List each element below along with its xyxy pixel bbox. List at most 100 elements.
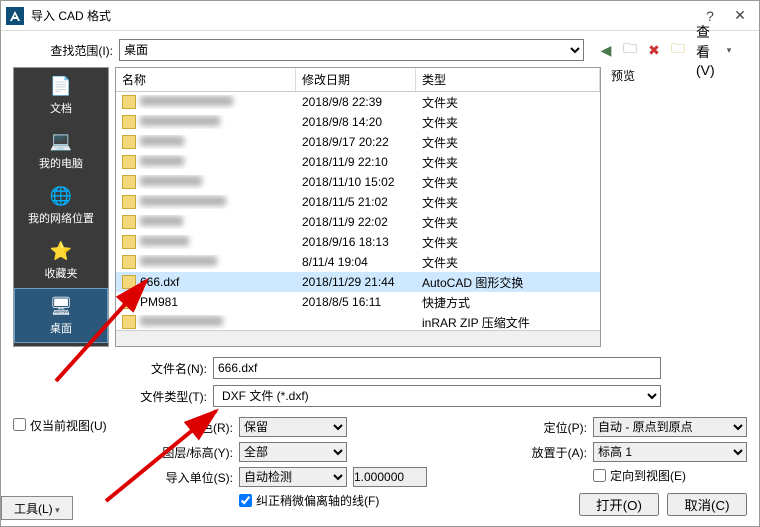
file-date: 2018/8/5 16:11 <box>296 295 416 309</box>
file-name: PM981 <box>140 295 178 309</box>
place-item[interactable]: ⭐ 收藏夹 <box>14 233 108 288</box>
close-button[interactable]: ✕ <box>725 2 755 30</box>
filename-input[interactable] <box>213 357 661 379</box>
table-row[interactable]: 2018/9/17 20:22文件夹 <box>116 132 600 152</box>
delete-icon[interactable]: ✖ <box>644 40 664 60</box>
place-label: 收藏夹 <box>45 265 78 281</box>
file-type: 文件夹 <box>416 114 600 131</box>
place-item[interactable]: 💻我的电脑 <box>14 123 108 178</box>
place-label: 我的电脑 <box>39 155 83 171</box>
titlebar: 导入 CAD 格式 ? ✕ <box>1 1 759 31</box>
file-name <box>140 95 233 109</box>
file-type: 文件夹 <box>416 154 600 171</box>
file-list[interactable]: 名称 修改日期 类型 2018/9/8 22:39文件夹2018/9/8 14:… <box>115 67 601 347</box>
view-menu[interactable]: 查看(V)▾ <box>692 40 743 60</box>
file-date: 2018/9/16 18:13 <box>296 235 416 249</box>
table-row[interactable]: 2018/9/8 22:39文件夹 <box>116 92 600 112</box>
dialog-body: 查找范围(I): 桌面 ◀ 🗀 ✖ 🗀 查看(V)▾ 📄文档💻我的电脑🌐我的网络… <box>1 31 759 526</box>
correct-lines-checkbox[interactable] <box>239 494 252 507</box>
orient-to-view[interactable]: 定向到视图(E) <box>593 467 686 484</box>
table-row[interactable]: 2018/11/10 15:02文件夹 <box>116 172 600 192</box>
place-select[interactable]: 标高 1 <box>593 442 747 462</box>
file-type: inRAR ZIP 压缩文件 <box>416 314 600 331</box>
options-row: 仅当前视图(U) 颜色(R):保留 图层/标高(Y):全部 导入单位(S):自动… <box>13 417 747 516</box>
current-view-only-checkbox[interactable] <box>13 418 26 431</box>
mid-row: 📄文档💻我的电脑🌐我的网络位置 ⭐ 收藏夹 🖥 桌面 📁 名称 修改日期 类型 2018/… <box>13 67 747 347</box>
file-icon <box>122 315 136 329</box>
file-type: 文件夹 <box>416 174 600 191</box>
table-row[interactable]: 2018/11/9 22:02文件夹 <box>116 212 600 232</box>
filetype-select[interactable]: DXF 文件 (*.dxf) <box>213 385 661 407</box>
correct-lines[interactable]: 纠正稍微偏离轴的线(F) <box>239 492 379 509</box>
nav-toolbar: ◀ 🗀 ✖ 🗀 查看(V)▾ <box>596 40 743 60</box>
file-date: 2018/11/29 21:44 <box>296 275 416 289</box>
place-item[interactable]: 🌐我的网络位置 <box>14 178 108 233</box>
filename-label: 文件名(N): <box>121 360 207 377</box>
place-icon: ⭐ <box>47 240 75 262</box>
file-icon <box>122 155 136 169</box>
table-row[interactable]: 2018/9/16 18:13文件夹 <box>116 232 600 252</box>
color-select[interactable]: 保留 <box>239 417 347 437</box>
place-icon: 🖥 <box>47 295 75 317</box>
file-name <box>140 155 184 169</box>
file-type: 文件夹 <box>416 194 600 211</box>
up-icon[interactable]: 🗀 <box>620 40 640 60</box>
place-item[interactable]: 📄文档 <box>14 68 108 123</box>
file-name <box>140 115 220 129</box>
col-name[interactable]: 名称 <box>116 68 296 91</box>
table-row[interactable]: 2018/9/8 14:20文件夹 <box>116 112 600 132</box>
lookin-select[interactable]: 桌面 <box>119 39 584 61</box>
file-icon <box>122 295 136 309</box>
file-type: 文件夹 <box>416 254 600 271</box>
file-date: 2018/11/9 22:02 <box>296 215 416 229</box>
open-button[interactable]: 打开(O) <box>579 493 659 516</box>
table-row[interactable]: PM9812018/8/5 16:11快捷方式 <box>116 292 600 312</box>
file-icon <box>122 135 136 149</box>
lookin-label: 查找范围(I): <box>13 42 113 59</box>
table-row[interactable]: inRAR ZIP 压缩文件 <box>116 312 600 330</box>
lookin-row: 查找范围(I): 桌面 ◀ 🗀 ✖ 🗀 查看(V)▾ <box>13 39 747 61</box>
color-label: 颜色(R): <box>143 419 233 436</box>
file-date: 2018/11/5 21:02 <box>296 195 416 209</box>
units-value-input[interactable] <box>353 467 427 487</box>
file-date: 2018/11/10 15:02 <box>296 175 416 189</box>
app-icon <box>5 6 25 26</box>
col-type[interactable]: 类型 <box>416 68 600 91</box>
file-type: 文件夹 <box>416 234 600 251</box>
file-date: 2018/9/8 14:20 <box>296 115 416 129</box>
file-date: 8/11/4 19:04 <box>296 255 416 269</box>
cancel-button[interactable]: 取消(C) <box>667 493 747 516</box>
layers-select[interactable]: 全部 <box>239 442 347 462</box>
back-icon[interactable]: ◀ <box>596 40 616 60</box>
place-item[interactable]: 📁 <box>14 343 108 347</box>
file-date: 2018/9/17 20:22 <box>296 135 416 149</box>
place-label: 放置于(A): <box>517 444 587 461</box>
file-icon <box>122 235 136 249</box>
orient-to-view-checkbox[interactable] <box>593 469 606 482</box>
table-row[interactable]: 8/11/4 19:04文件夹 <box>116 252 600 272</box>
place-icon: 📄 <box>47 75 75 97</box>
table-row[interactable]: 2018/11/5 21:02文件夹 <box>116 192 600 212</box>
file-name <box>140 135 184 149</box>
place-item[interactable]: 🖥 桌面 <box>14 288 108 343</box>
place-label: 桌面 <box>50 320 72 336</box>
file-list-body[interactable]: 2018/9/8 22:39文件夹2018/9/8 14:20文件夹2018/9… <box>116 92 600 330</box>
table-row[interactable]: 2018/11/9 22:10文件夹 <box>116 152 600 172</box>
opts-mid: 颜色(R):保留 图层/标高(Y):全部 导入单位(S):自动检测 纠正稍微偏离… <box>143 417 507 516</box>
file-name <box>140 315 223 329</box>
pos-select[interactable]: 自动 - 原点到原点 <box>593 417 747 437</box>
layers-label: 图层/标高(Y): <box>143 444 233 461</box>
file-list-header: 名称 修改日期 类型 <box>116 68 600 92</box>
new-folder-icon[interactable]: 🗀 <box>668 40 688 60</box>
file-type: 文件夹 <box>416 134 600 151</box>
dialog-title: 导入 CAD 格式 <box>31 7 695 24</box>
file-date: 2018/9/8 22:39 <box>296 95 416 109</box>
units-select[interactable]: 自动检测 <box>239 467 347 487</box>
tools-button[interactable]: 工具(L) <box>1 496 73 520</box>
col-date[interactable]: 修改日期 <box>296 68 416 91</box>
places-bar: 📄文档💻我的电脑🌐我的网络位置 ⭐ 收藏夹 🖥 桌面 📁 <box>13 67 109 347</box>
file-date: 2018/11/9 22:10 <box>296 155 416 169</box>
table-row[interactable]: 666.dxf2018/11/29 21:44AutoCAD 图形交换 <box>116 272 600 292</box>
horizontal-scrollbar[interactable] <box>116 330 600 346</box>
dialog-window: 导入 CAD 格式 ? ✕ 查找范围(I): 桌面 ◀ 🗀 ✖ 🗀 查看(V)▾… <box>0 0 760 527</box>
